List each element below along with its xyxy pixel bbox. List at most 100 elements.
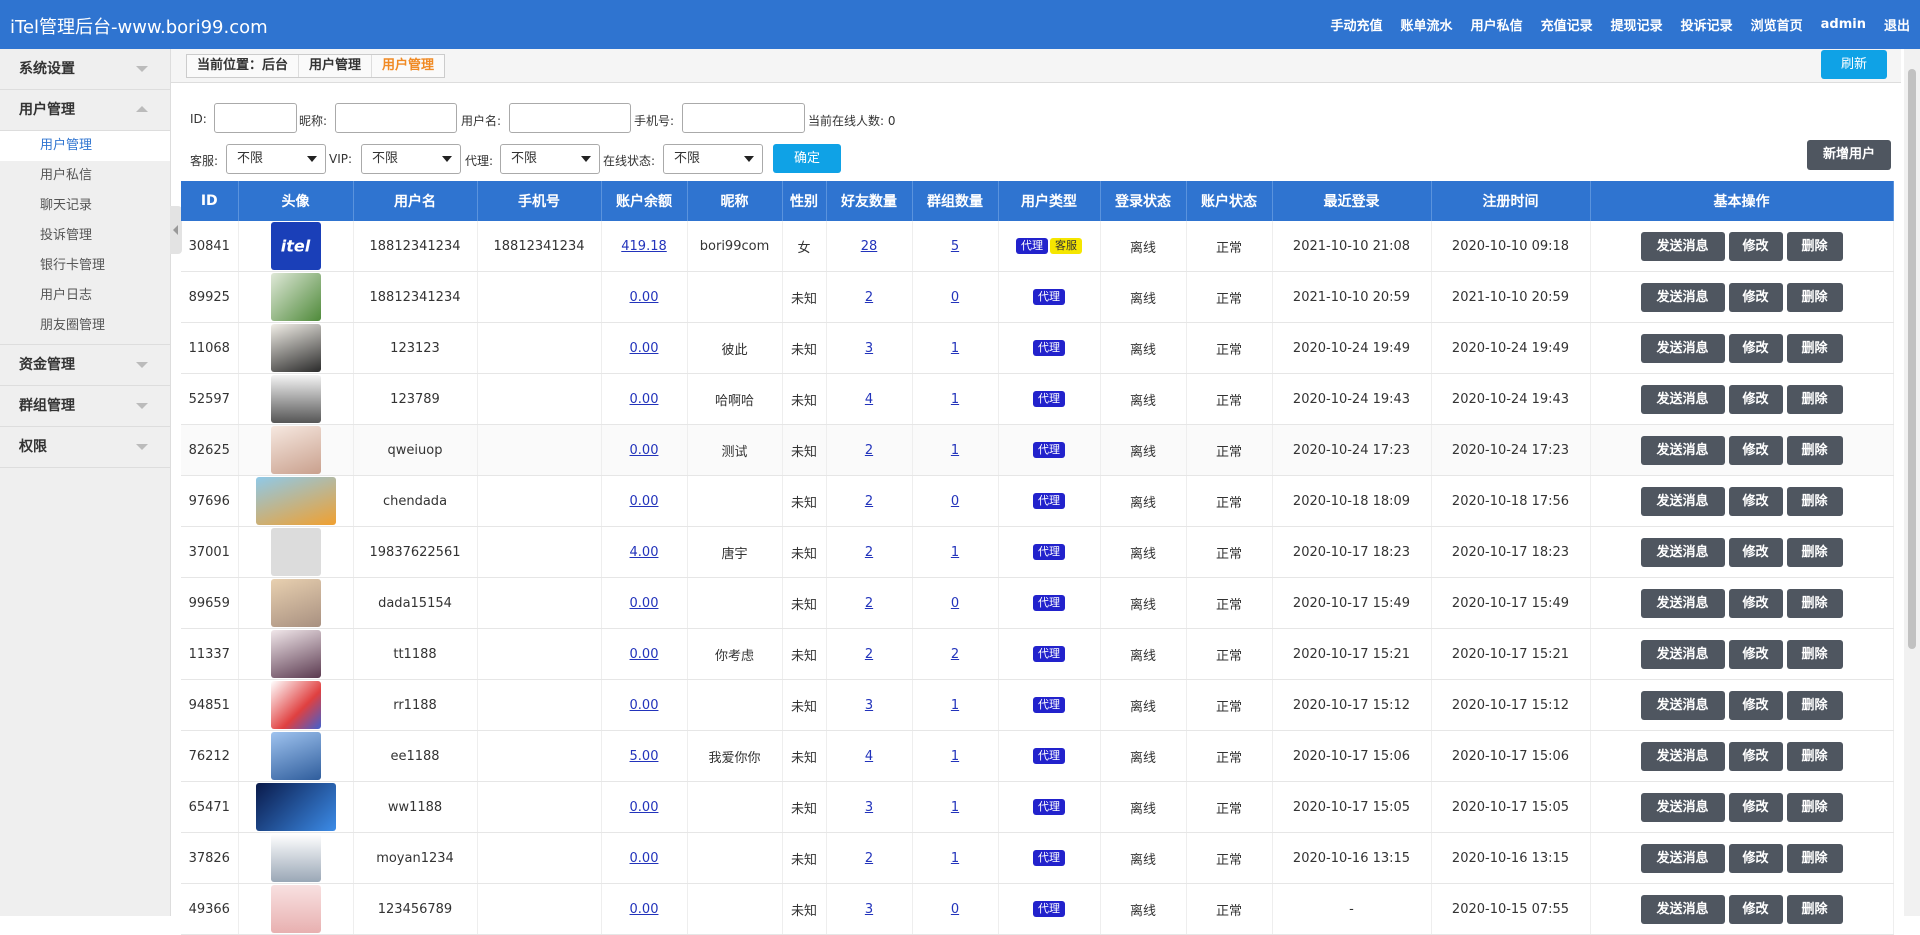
groups-link[interactable]: 2 [951, 647, 959, 662]
sidebar-item-complaints[interactable]: 投诉管理 [0, 221, 170, 251]
send-message-button[interactable]: 发送消息 [1640, 435, 1725, 465]
nav-withdraw-records[interactable]: 提现记录 [1611, 15, 1663, 34]
groups-link[interactable]: 1 [951, 698, 959, 713]
friends-link[interactable]: 2 [865, 443, 873, 458]
friends-link[interactable]: 2 [865, 647, 873, 662]
delete-button[interactable]: 删除 [1786, 894, 1843, 924]
add-user-button[interactable]: 新增用户 [1807, 140, 1891, 170]
groups-link[interactable]: 0 [951, 494, 959, 509]
sidebar-item-chat-records[interactable]: 聊天记录 [0, 191, 170, 221]
online-status-select[interactable]: 不限 [663, 144, 763, 174]
edit-button[interactable]: 修改 [1728, 792, 1783, 822]
balance-link[interactable]: 0.00 [630, 647, 659, 662]
friends-link[interactable]: 2 [865, 545, 873, 560]
nav-logout[interactable]: 退出 [1884, 15, 1910, 34]
edit-button[interactable]: 修改 [1728, 231, 1783, 261]
friends-link[interactable]: 3 [865, 800, 873, 815]
edit-button[interactable]: 修改 [1728, 486, 1783, 516]
vertical-scrollbar[interactable] [1904, 49, 1920, 916]
friends-link[interactable]: 3 [865, 341, 873, 356]
balance-link[interactable]: 0.00 [630, 851, 659, 866]
send-message-button[interactable]: 发送消息 [1640, 384, 1725, 414]
groups-link[interactable]: 1 [951, 545, 959, 560]
username-input[interactable] [509, 103, 631, 133]
sidebar-group-permissions[interactable]: 权限 [0, 427, 170, 468]
send-message-button[interactable]: 发送消息 [1640, 282, 1725, 312]
groups-link[interactable]: 1 [951, 341, 959, 356]
nav-bill-flow[interactable]: 账单流水 [1401, 15, 1453, 34]
friends-link[interactable]: 28 [861, 239, 878, 254]
nav-admin[interactable]: admin [1821, 17, 1866, 32]
friends-link[interactable]: 3 [865, 902, 873, 917]
delete-button[interactable]: 删除 [1786, 333, 1843, 363]
groups-link[interactable]: 0 [951, 596, 959, 611]
sidebar-item-user-management[interactable]: 用户管理 [0, 131, 170, 161]
vip-select[interactable]: 不限 [361, 144, 461, 174]
agent-select[interactable]: 不限 [500, 144, 600, 174]
balance-link[interactable]: 0.00 [630, 800, 659, 815]
cs-select[interactable]: 不限 [226, 144, 326, 174]
sidebar-item-user-messages[interactable]: 用户私信 [0, 161, 170, 191]
edit-button[interactable]: 修改 [1728, 741, 1783, 771]
groups-link[interactable]: 1 [951, 392, 959, 407]
delete-button[interactable]: 删除 [1786, 741, 1843, 771]
delete-button[interactable]: 删除 [1786, 537, 1843, 567]
groups-link[interactable]: 1 [951, 851, 959, 866]
balance-link[interactable]: 0.00 [630, 392, 659, 407]
delete-button[interactable]: 删除 [1786, 486, 1843, 516]
groups-link[interactable]: 1 [951, 443, 959, 458]
delete-button[interactable]: 删除 [1786, 231, 1843, 261]
edit-button[interactable]: 修改 [1728, 843, 1783, 873]
edit-button[interactable]: 修改 [1728, 537, 1783, 567]
groups-link[interactable]: 0 [951, 290, 959, 305]
nav-browse-home[interactable]: 浏览首页 [1751, 15, 1803, 34]
friends-link[interactable]: 4 [865, 749, 873, 764]
phone-input[interactable] [682, 103, 805, 133]
nav-manual-recharge[interactable]: 手动充值 [1331, 15, 1383, 34]
nav-complaint-records[interactable]: 投诉记录 [1681, 15, 1733, 34]
send-message-button[interactable]: 发送消息 [1640, 639, 1725, 669]
send-message-button[interactable]: 发送消息 [1640, 690, 1725, 720]
groups-link[interactable]: 0 [951, 902, 959, 917]
delete-button[interactable]: 删除 [1786, 639, 1843, 669]
nav-recharge-records[interactable]: 充值记录 [1541, 15, 1593, 34]
sidebar-group-funds[interactable]: 资金管理 [0, 345, 170, 386]
groups-link[interactable]: 1 [951, 749, 959, 764]
balance-link[interactable]: 0.00 [630, 443, 659, 458]
sidebar-group-groups[interactable]: 群组管理 [0, 386, 170, 427]
edit-button[interactable]: 修改 [1728, 333, 1783, 363]
id-input[interactable] [214, 103, 297, 133]
delete-button[interactable]: 删除 [1786, 384, 1843, 414]
send-message-button[interactable]: 发送消息 [1640, 537, 1725, 567]
edit-button[interactable]: 修改 [1728, 894, 1783, 924]
send-message-button[interactable]: 发送消息 [1640, 333, 1725, 363]
balance-link[interactable]: 0.00 [630, 494, 659, 509]
friends-link[interactable]: 2 [865, 851, 873, 866]
send-message-button[interactable]: 发送消息 [1640, 231, 1725, 261]
scrollbar-thumb[interactable] [1908, 69, 1916, 649]
balance-link[interactable]: 0.00 [630, 698, 659, 713]
send-message-button[interactable]: 发送消息 [1640, 741, 1725, 771]
delete-button[interactable]: 删除 [1786, 588, 1843, 618]
send-message-button[interactable]: 发送消息 [1640, 588, 1725, 618]
balance-link[interactable]: 0.00 [630, 596, 659, 611]
friends-link[interactable]: 2 [865, 596, 873, 611]
friends-link[interactable]: 3 [865, 698, 873, 713]
edit-button[interactable]: 修改 [1728, 384, 1783, 414]
delete-button[interactable]: 删除 [1786, 843, 1843, 873]
edit-button[interactable]: 修改 [1728, 690, 1783, 720]
balance-link[interactable]: 5.00 [630, 749, 659, 764]
nickname-input[interactable] [335, 103, 457, 133]
breadcrumb-item[interactable]: 用户管理 [299, 55, 373, 77]
nav-user-messages[interactable]: 用户私信 [1471, 15, 1523, 34]
refresh-button[interactable]: 刷新 [1821, 50, 1887, 79]
edit-button[interactable]: 修改 [1728, 639, 1783, 669]
balance-link[interactable]: 419.18 [621, 239, 667, 254]
balance-link[interactable]: 4.00 [630, 545, 659, 560]
send-message-button[interactable]: 发送消息 [1640, 486, 1725, 516]
friends-link[interactable]: 2 [865, 494, 873, 509]
sidebar-item-moments[interactable]: 朋友圈管理 [0, 311, 170, 341]
groups-link[interactable]: 1 [951, 800, 959, 815]
sidebar-group-system[interactable]: 系统设置 [0, 49, 170, 90]
sidebar-item-bank-cards[interactable]: 银行卡管理 [0, 251, 170, 281]
